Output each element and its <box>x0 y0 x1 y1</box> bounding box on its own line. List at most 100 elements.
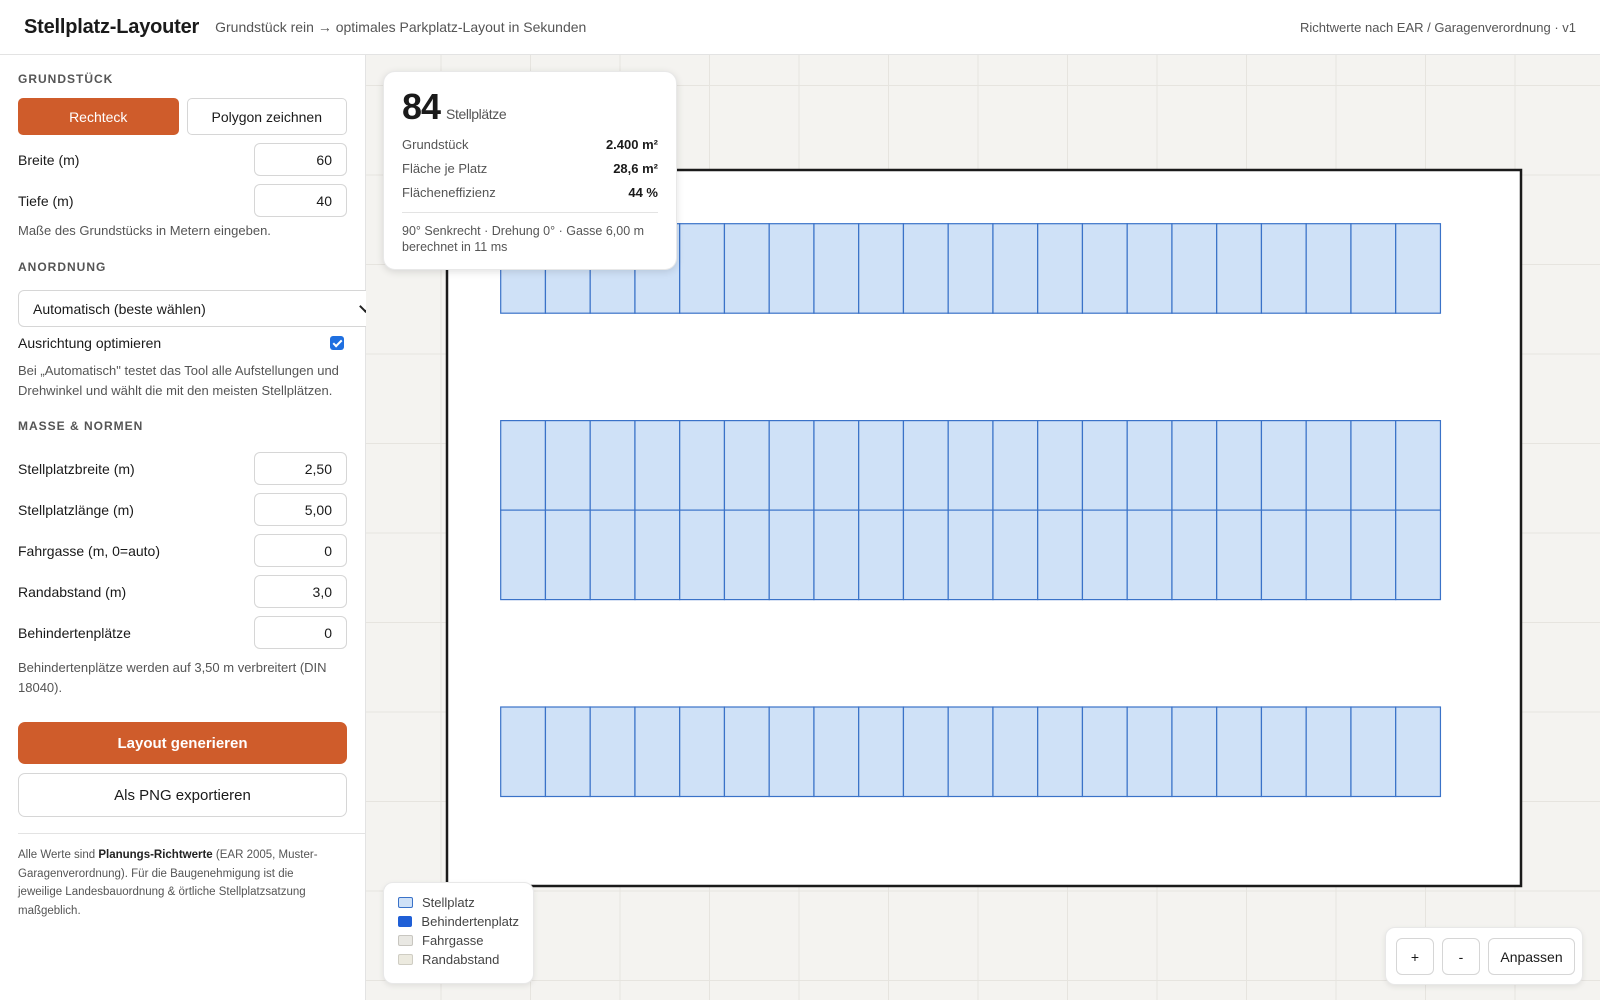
generate-layout-button[interactable]: Layout generieren <box>18 722 347 764</box>
lot-depth-input[interactable]: 40 <box>254 184 347 217</box>
parking-stall <box>723 706 770 798</box>
stall-length-input[interactable]: 5,00 <box>254 493 347 526</box>
parking-stall <box>1171 420 1218 511</box>
parking-stall <box>634 706 681 798</box>
parking-stall <box>813 420 860 511</box>
legend-item-stall: Stellplatz <box>398 893 519 912</box>
parking-stall <box>679 223 726 314</box>
stats-meta-line: 90° Senkrecht · Drehung 0° · Gasse 6,00 … <box>402 224 645 238</box>
margin-label: Randabstand (m) <box>18 583 127 600</box>
parking-stall <box>1126 420 1173 511</box>
arrangement-select[interactable]: Automatisch (beste wählen) <box>18 290 383 327</box>
stats-label: Flächeneffizienz <box>402 184 496 200</box>
stall-width-value: 2,50 <box>304 460 332 477</box>
stall-count-unit: Stellplätze <box>446 106 507 122</box>
arrangement-selected-value: Automatisch (beste wählen) <box>33 300 206 317</box>
lot-width-value: 60 <box>316 151 332 168</box>
stats-meta: 90° Senkrecht · Drehung 0° · Gasse 6,00 … <box>402 223 658 255</box>
parking-stall <box>679 420 726 511</box>
parking-stall <box>1260 420 1307 511</box>
parking-stall <box>589 509 636 601</box>
stats-row-area-per-stall: Fläche je Platz 28,6 m² <box>402 156 658 180</box>
lot-width-input[interactable]: 60 <box>254 143 347 176</box>
zoom-in-button[interactable]: + <box>1396 938 1434 975</box>
stats-value: 44 % <box>628 184 658 200</box>
parking-stall <box>1126 509 1173 601</box>
arrangement-hint: Bei „Automatisch" testet das Tool alle A… <box>18 361 347 401</box>
margin-value: 3,0 <box>312 583 332 600</box>
parking-stall <box>992 223 1039 314</box>
section-title-anordnung: Anordnung <box>18 260 107 274</box>
parking-stall <box>1081 509 1128 601</box>
parking-stall <box>1260 706 1307 798</box>
sidebar-divider <box>18 833 383 834</box>
legend-swatch <box>398 916 413 927</box>
disclaimer-part: Alle Werte sind <box>18 849 99 861</box>
parking-stall <box>589 706 636 798</box>
optimize-orientation-checkbox[interactable] <box>330 336 344 350</box>
margin-input[interactable]: 3,0 <box>254 575 347 608</box>
app-title: Stellplatz-Layouter <box>24 15 200 38</box>
parking-stall <box>500 420 547 511</box>
field-accessible: Behindertenplätze 0 <box>18 616 347 649</box>
parking-stall <box>1216 706 1263 798</box>
fit-view-button[interactable]: Anpassen <box>1488 938 1575 975</box>
parking-stall <box>1171 706 1218 798</box>
zoom-out-button[interactable]: - <box>1442 938 1480 975</box>
disclaimer-line: Alle Werte sind Planungs-Richtwerte (EAR… <box>18 846 347 865</box>
parking-stall <box>723 223 770 314</box>
parking-stall <box>858 223 905 314</box>
parking-stall <box>858 420 905 511</box>
parking-stall <box>858 706 905 798</box>
stats-rows: Grundstück 2.400 m² Fläche je Platz 28,6… <box>402 132 658 204</box>
parking-stall <box>1305 706 1352 798</box>
accessible-hint-line: Behindertenplätze werden auf 3,50 m verb… <box>18 660 327 675</box>
parking-stall <box>1171 223 1218 314</box>
export-png-button[interactable]: Als PNG exportieren <box>18 773 347 817</box>
parking-stall <box>1037 509 1084 601</box>
aisle-value: 0 <box>324 542 332 559</box>
aisle-input[interactable]: 0 <box>254 534 347 567</box>
parking-stall <box>947 509 994 601</box>
accessible-input[interactable]: 0 <box>254 616 347 649</box>
stats-label: Grundstück <box>402 136 469 152</box>
parking-stall <box>1305 509 1352 601</box>
parking-stall <box>1216 509 1263 601</box>
accessible-value: 0 <box>324 624 332 641</box>
parking-stall <box>634 509 681 601</box>
legend-item-aisle: Fahrgasse <box>398 931 519 950</box>
stats-row-lot: Grundstück 2.400 m² <box>402 132 658 156</box>
disclaimer-text: Alle Werte sind Planungs-Richtwerte (EAR… <box>18 846 347 920</box>
parking-stall <box>992 706 1039 798</box>
parking-stall <box>1395 706 1442 798</box>
parking-stall <box>1081 706 1128 798</box>
optimize-orientation-row: Ausrichtung optimieren <box>18 332 347 354</box>
stats-value: 28,6 m² <box>613 160 658 176</box>
mode-rectangle-button[interactable]: Rechteck <box>18 98 179 135</box>
optimize-orientation-label: Ausrichtung optimieren <box>18 335 162 351</box>
parking-stall <box>947 706 994 798</box>
parking-stall <box>589 420 636 511</box>
field-stall-width: Stellplatzbreite (m) 2,50 <box>18 452 347 485</box>
parking-stall <box>902 223 949 314</box>
parking-stall <box>768 509 815 601</box>
parking-stall <box>813 706 860 798</box>
parking-stall <box>1081 223 1128 314</box>
legend-swatch <box>398 935 413 946</box>
parking-stall <box>1216 223 1263 314</box>
arrangement-hint-line: Bei „Automatisch" testet das Tool alle A… <box>18 363 339 378</box>
disclaimer-line: jeweilige Landesbauordnung & örtliche St… <box>18 886 306 898</box>
parking-stall <box>992 509 1039 601</box>
field-margin: Randabstand (m) 3,0 <box>18 575 347 608</box>
generate-wrap: Layout generieren <box>18 722 347 764</box>
parking-stall <box>1126 223 1173 314</box>
stall-width-input[interactable]: 2,50 <box>254 452 347 485</box>
parking-stall <box>947 420 994 511</box>
disclaimer-part: (EAR 2005, Muster- <box>212 849 318 861</box>
parking-stall <box>634 420 681 511</box>
zoom-controls: + - Anpassen <box>1385 927 1583 985</box>
parking-stall <box>500 509 547 601</box>
parking-stall <box>1395 223 1442 314</box>
mode-polygon-button[interactable]: Polygon zeichnen <box>186 98 347 135</box>
parking-stall <box>768 706 815 798</box>
